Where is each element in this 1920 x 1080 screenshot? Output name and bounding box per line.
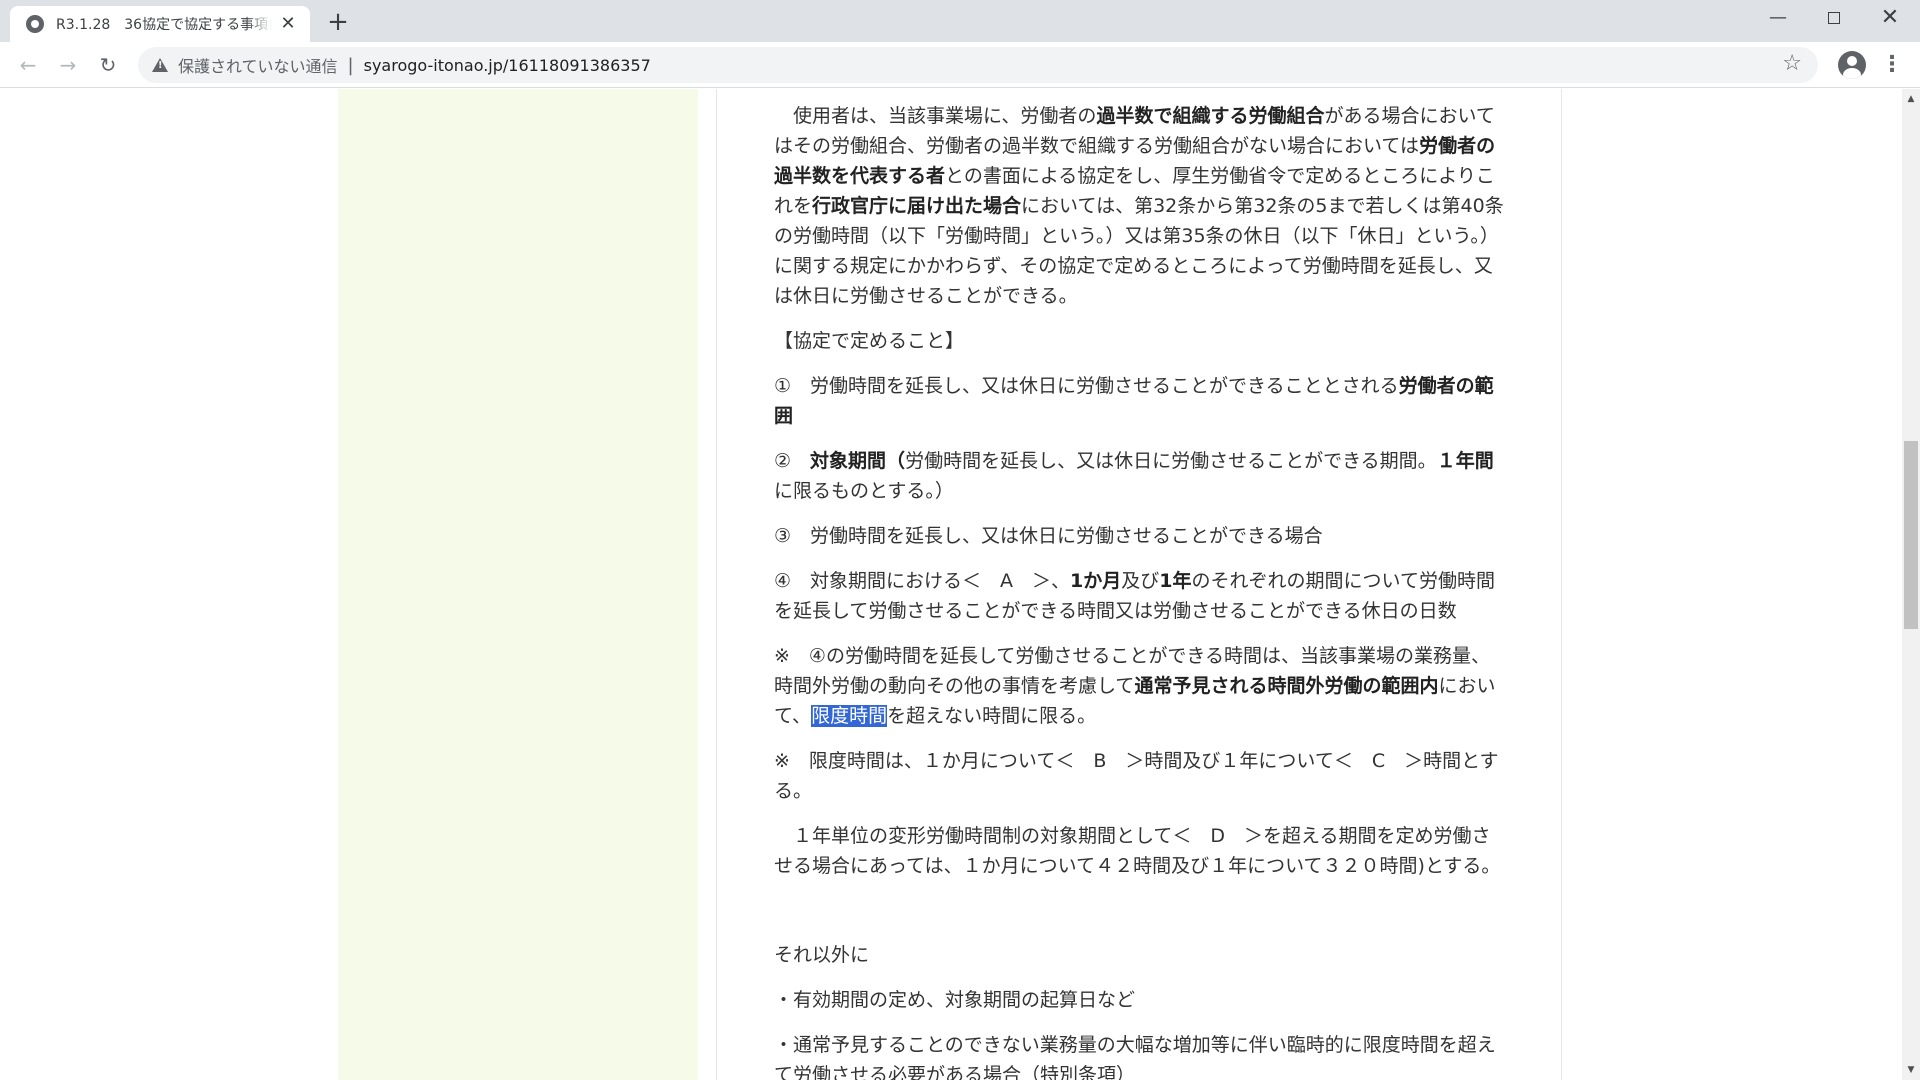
scroll-up-icon[interactable]: ▲ xyxy=(1902,91,1920,107)
note-1: ※ ④の労働時間を延長して労働させることができる時間は、当該事業場の業務量、時間… xyxy=(774,641,1506,731)
new-tab-button[interactable]: + xyxy=(322,8,354,36)
browser-tab[interactable]: R3.1.28 36協定で協定する事項は ✕ xyxy=(10,6,310,42)
bold-text: 1か月 xyxy=(1070,570,1122,592)
bookmark-star-icon[interactable]: ☆ xyxy=(1782,51,1802,76)
note-3: １年単位の変形労働時間制の対象期間として＜ D ＞を超える期間を定め労働させる場… xyxy=(774,825,1501,877)
selected-text[interactable]: 限度時間 xyxy=(811,705,888,727)
note-2: ※ 限度時間は、１か月について＜ B ＞時間及び１年について＜ C ＞時間とする… xyxy=(774,750,1499,802)
url-text[interactable]: syarogo-itonao.jp/16118091386357 xyxy=(364,56,651,75)
warning-icon[interactable] xyxy=(152,58,168,72)
bold-text: 過半数で組織する労働組合 xyxy=(1096,105,1325,127)
bold-text: １年間 xyxy=(1436,450,1494,472)
tab-title: R3.1.28 36協定で協定する事項は xyxy=(56,17,272,33)
separator: | xyxy=(347,54,354,76)
page-viewport: 使用者は、当該事業場に、労働者の過半数で組織する労働組合がある場合においてはその… xyxy=(0,89,1920,1080)
scroll-thumb[interactable] xyxy=(1904,441,1918,629)
article-body: 使用者は、当該事業場に、労働者の過半数で組織する労働組合がある場合においてはその… xyxy=(774,101,1506,1080)
vertical-scrollbar[interactable]: ▲ ▼ xyxy=(1902,89,1920,1080)
tab-strip: R3.1.28 36協定で協定する事項は ✕ + — ✕ xyxy=(0,0,1920,42)
close-tab-icon[interactable]: ✕ xyxy=(278,14,298,34)
text: ② xyxy=(774,450,811,472)
other-heading: それ以外に xyxy=(774,944,870,966)
item-1: ① 労働時間を延長し、又は休日に労働させることができることとされる労働者の範囲 xyxy=(774,371,1506,431)
bold-text: 対象期間（ xyxy=(810,450,906,472)
restore-icon xyxy=(1828,12,1840,24)
bullet-item: ・通常予見することのできない業務量の大幅な増加等に伴い臨時的に限度時間を超えて労… xyxy=(774,1034,1496,1080)
restore-button[interactable] xyxy=(1806,0,1862,36)
paragraph-article36: 使用者は、当該事業場に、労働者の過半数で組織する労働組合がある場合においてはその… xyxy=(774,101,1506,311)
close-window-button[interactable]: ✕ xyxy=(1862,0,1918,36)
bullet-item: ・有効期間の定め、対象期間の起算日など xyxy=(774,989,1136,1011)
text: ④ 対象期間における＜ A ＞、 xyxy=(774,570,1071,592)
item-4: ④ 対象期間における＜ A ＞、1か月及び1年のそれぞれの期間について労働時間を… xyxy=(774,566,1506,626)
bold-text: 通常予見される時間外労働の範囲内 xyxy=(1134,675,1439,697)
security-status[interactable]: 保護されていない通信 xyxy=(178,53,338,77)
text: 労働時間を延長し、又は休日に労働させることができる期間。 xyxy=(905,450,1437,472)
section-heading: 【協定で定めること】 xyxy=(774,330,965,352)
address-bar[interactable]: 保護されていない通信 | syarogo-itonao.jp/161180913… xyxy=(138,47,1818,83)
menu-icon[interactable]: ⋮ xyxy=(1880,49,1904,81)
text: 及び xyxy=(1121,570,1160,592)
reload-button[interactable]: ↻ xyxy=(92,49,124,81)
text: ① 労働時間を延長し、又は休日に労働させることができることとされる xyxy=(774,375,1399,397)
bold-text: 1年 xyxy=(1159,570,1192,592)
text: 使用者は、当該事業場に、労働者の xyxy=(774,105,1097,127)
item-2: ② 対象期間（労働時間を延長し、又は休日に労働させることができる期間。１年間に限… xyxy=(774,446,1506,506)
back-button[interactable]: ← xyxy=(12,49,44,81)
bold-text: 行政官庁に届け出た場合 xyxy=(812,195,1022,217)
text: に限るものとする。） xyxy=(774,480,954,502)
browser-toolbar: ← → ↻ 保護されていない通信 | syarogo-itonao.jp/161… xyxy=(0,42,1920,88)
text: を超えない時間に限る。 xyxy=(887,705,1097,727)
forward-button[interactable]: → xyxy=(52,49,84,81)
item-3: ③ 労働時間を延長し、又は休日に労働させることができる場合 xyxy=(774,525,1323,547)
profile-avatar-icon[interactable] xyxy=(1838,51,1866,79)
left-sidebar xyxy=(338,89,698,1080)
minimize-button[interactable]: — xyxy=(1750,0,1806,36)
globe-icon xyxy=(26,15,44,33)
scroll-down-icon[interactable]: ▼ xyxy=(1902,1062,1920,1078)
